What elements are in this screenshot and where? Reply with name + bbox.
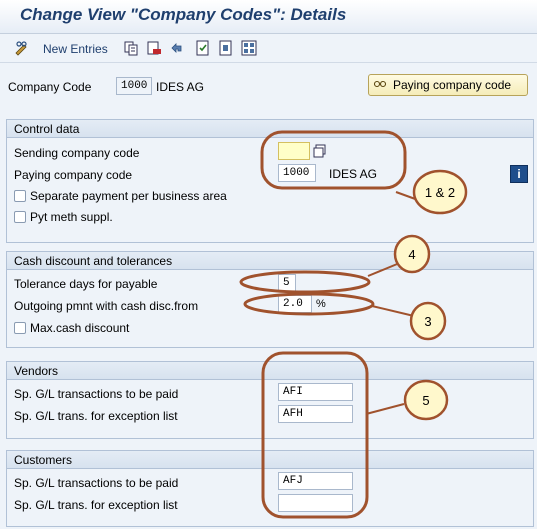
block-icon[interactable] (241, 40, 257, 56)
sending-company-code-label: Sending company code (14, 146, 140, 160)
paying-company-code-button-label: Paying company code (393, 78, 512, 92)
select-all-icon[interactable] (195, 40, 211, 56)
outgoing-payment-label: Outgoing pmnt with cash disc.from (14, 299, 199, 313)
pencil-glasses-icon[interactable] (14, 40, 30, 56)
max-cash-discount-label: Max.cash discount (30, 321, 130, 335)
customer-sp-gl-exception-label: Sp. G/L trans. for exception list (14, 498, 178, 512)
tolerance-days-input[interactable]: 5 (278, 274, 296, 292)
cash-discount-header: Cash discount and tolerances (7, 252, 533, 270)
vendor-sp-gl-paid-input[interactable]: AFI (278, 383, 353, 401)
outgoing-payment-input[interactable]: 2.0 (278, 295, 312, 313)
delete-icon[interactable] (146, 40, 162, 56)
undo-icon[interactable] (169, 40, 185, 56)
company-name-text: IDES AG (156, 80, 205, 94)
vendors-header: Vendors (7, 362, 533, 380)
customer-sp-gl-exception-input[interactable] (278, 494, 353, 512)
tolerance-days-label: Tolerance days for payable (14, 277, 158, 291)
pencil-glasses-icon (373, 78, 387, 93)
vendor-sp-gl-exception-label: Sp. G/L trans. for exception list (14, 409, 178, 423)
vendor-sp-gl-paid-label: Sp. G/L transactions to be paid (14, 387, 179, 401)
pyt-meth-suppl-checkbox[interactable] (14, 211, 26, 223)
deselect-icon[interactable] (218, 40, 234, 56)
customers-header: Customers (7, 451, 533, 469)
application-toolbar: New Entries (0, 34, 537, 62)
company-code-label: Company Code (8, 80, 92, 94)
paying-company-code-label: Paying company code (14, 168, 133, 182)
toolbar-divider (0, 62, 537, 63)
separate-payment-label: Separate payment per business area (30, 189, 227, 203)
page-title: Change View "Company Codes": Details (20, 5, 347, 24)
search-help-icon[interactable] (312, 143, 328, 159)
customer-sp-gl-paid-input[interactable]: AFJ (278, 472, 353, 490)
paying-company-name-text: IDES AG (329, 167, 378, 181)
max-cash-discount-checkbox[interactable] (14, 322, 26, 334)
copy-icon[interactable] (123, 40, 139, 56)
paying-company-code-button[interactable]: Paying company code (368, 74, 528, 96)
customer-sp-gl-paid-label: Sp. G/L transactions to be paid (14, 476, 179, 490)
paying-company-code-input[interactable]: 1000 (278, 164, 316, 182)
new-entries-button[interactable]: New Entries (43, 42, 108, 56)
info-icon[interactable]: i (510, 165, 528, 183)
separate-payment-checkbox[interactable] (14, 190, 26, 202)
vendor-sp-gl-exception-input[interactable]: AFH (278, 405, 353, 423)
percent-sign: % (316, 298, 326, 310)
title-bar: Change View "Company Codes": Details (0, 0, 537, 34)
company-code-field: 1000 (116, 77, 152, 95)
sending-company-code-input[interactable] (278, 142, 310, 160)
control-data-header: Control data (7, 120, 533, 138)
pyt-meth-suppl-label: Pyt meth suppl. (30, 210, 113, 224)
